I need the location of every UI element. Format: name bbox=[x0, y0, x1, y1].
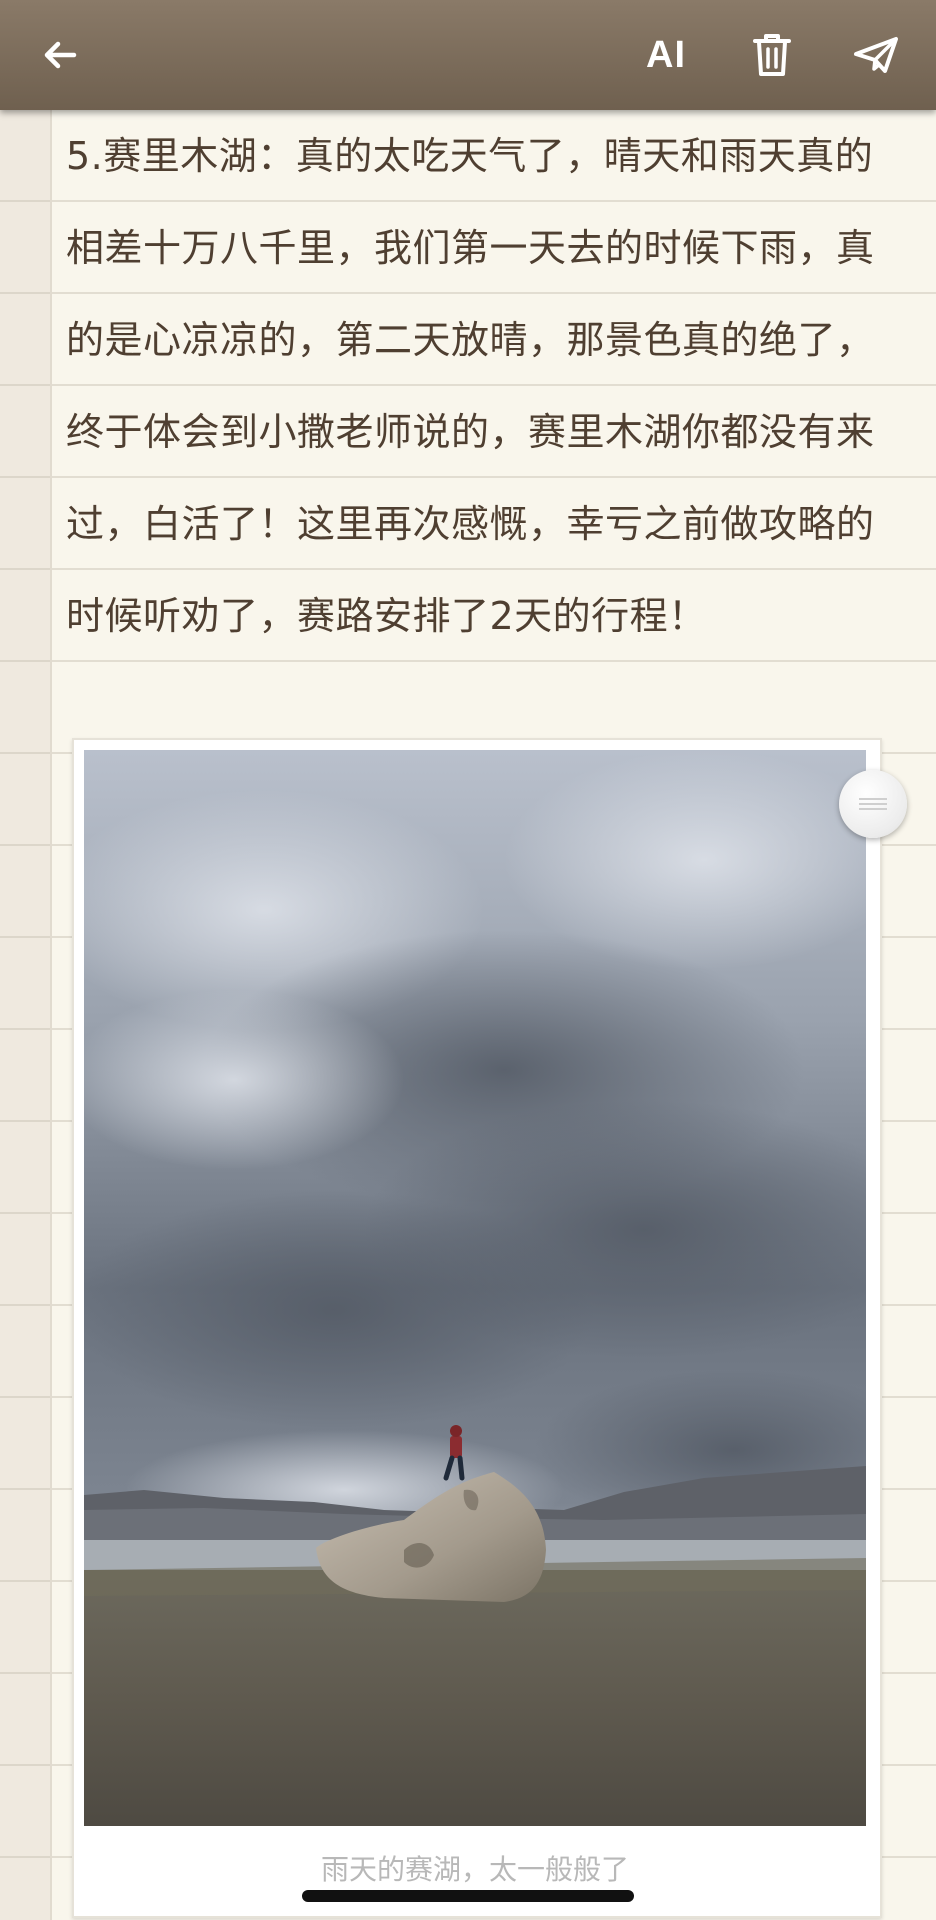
ai-button[interactable]: AI bbox=[636, 25, 696, 85]
delete-button[interactable] bbox=[742, 25, 802, 85]
note-text[interactable]: 5.赛里木湖：真的太吃天气了，晴天和雨天真的 相差十万八千里，我们第一天去的时候… bbox=[66, 110, 912, 662]
note-line: 终于体会到小撒老师说的，赛里木湖你都没有来 bbox=[66, 410, 875, 454]
note-line: 时候听劝了，赛路安排了2天的行程！ bbox=[66, 594, 707, 638]
arrow-left-icon bbox=[44, 41, 77, 69]
note-line: 5.赛里木湖：真的太吃天气了，晴天和雨天真的 bbox=[66, 134, 874, 178]
drag-lines-icon bbox=[859, 795, 887, 813]
top-toolbar: AI bbox=[0, 0, 936, 110]
lake-photo[interactable] bbox=[84, 750, 866, 1826]
note-line: 相差十万八千里，我们第一天去的时候下雨，真 bbox=[66, 226, 875, 270]
note-line: 过，白活了！这里再次感慨，幸亏之前做攻略的 bbox=[66, 502, 875, 546]
home-indicator[interactable] bbox=[302, 1890, 634, 1902]
trash-icon bbox=[753, 34, 791, 76]
send-button[interactable] bbox=[846, 25, 906, 85]
paper-plane-icon bbox=[854, 37, 898, 73]
photo-caption[interactable]: 雨天的赛湖，太一般般了 bbox=[72, 1848, 878, 1888]
image-resize-handle[interactable] bbox=[839, 770, 907, 838]
note-line: 的是心凉凉的，第二天放晴，那景色真的绝了， bbox=[66, 318, 875, 362]
back-button[interactable] bbox=[30, 25, 90, 85]
photo-illustration bbox=[84, 750, 866, 1826]
paper-margin bbox=[0, 110, 52, 1920]
